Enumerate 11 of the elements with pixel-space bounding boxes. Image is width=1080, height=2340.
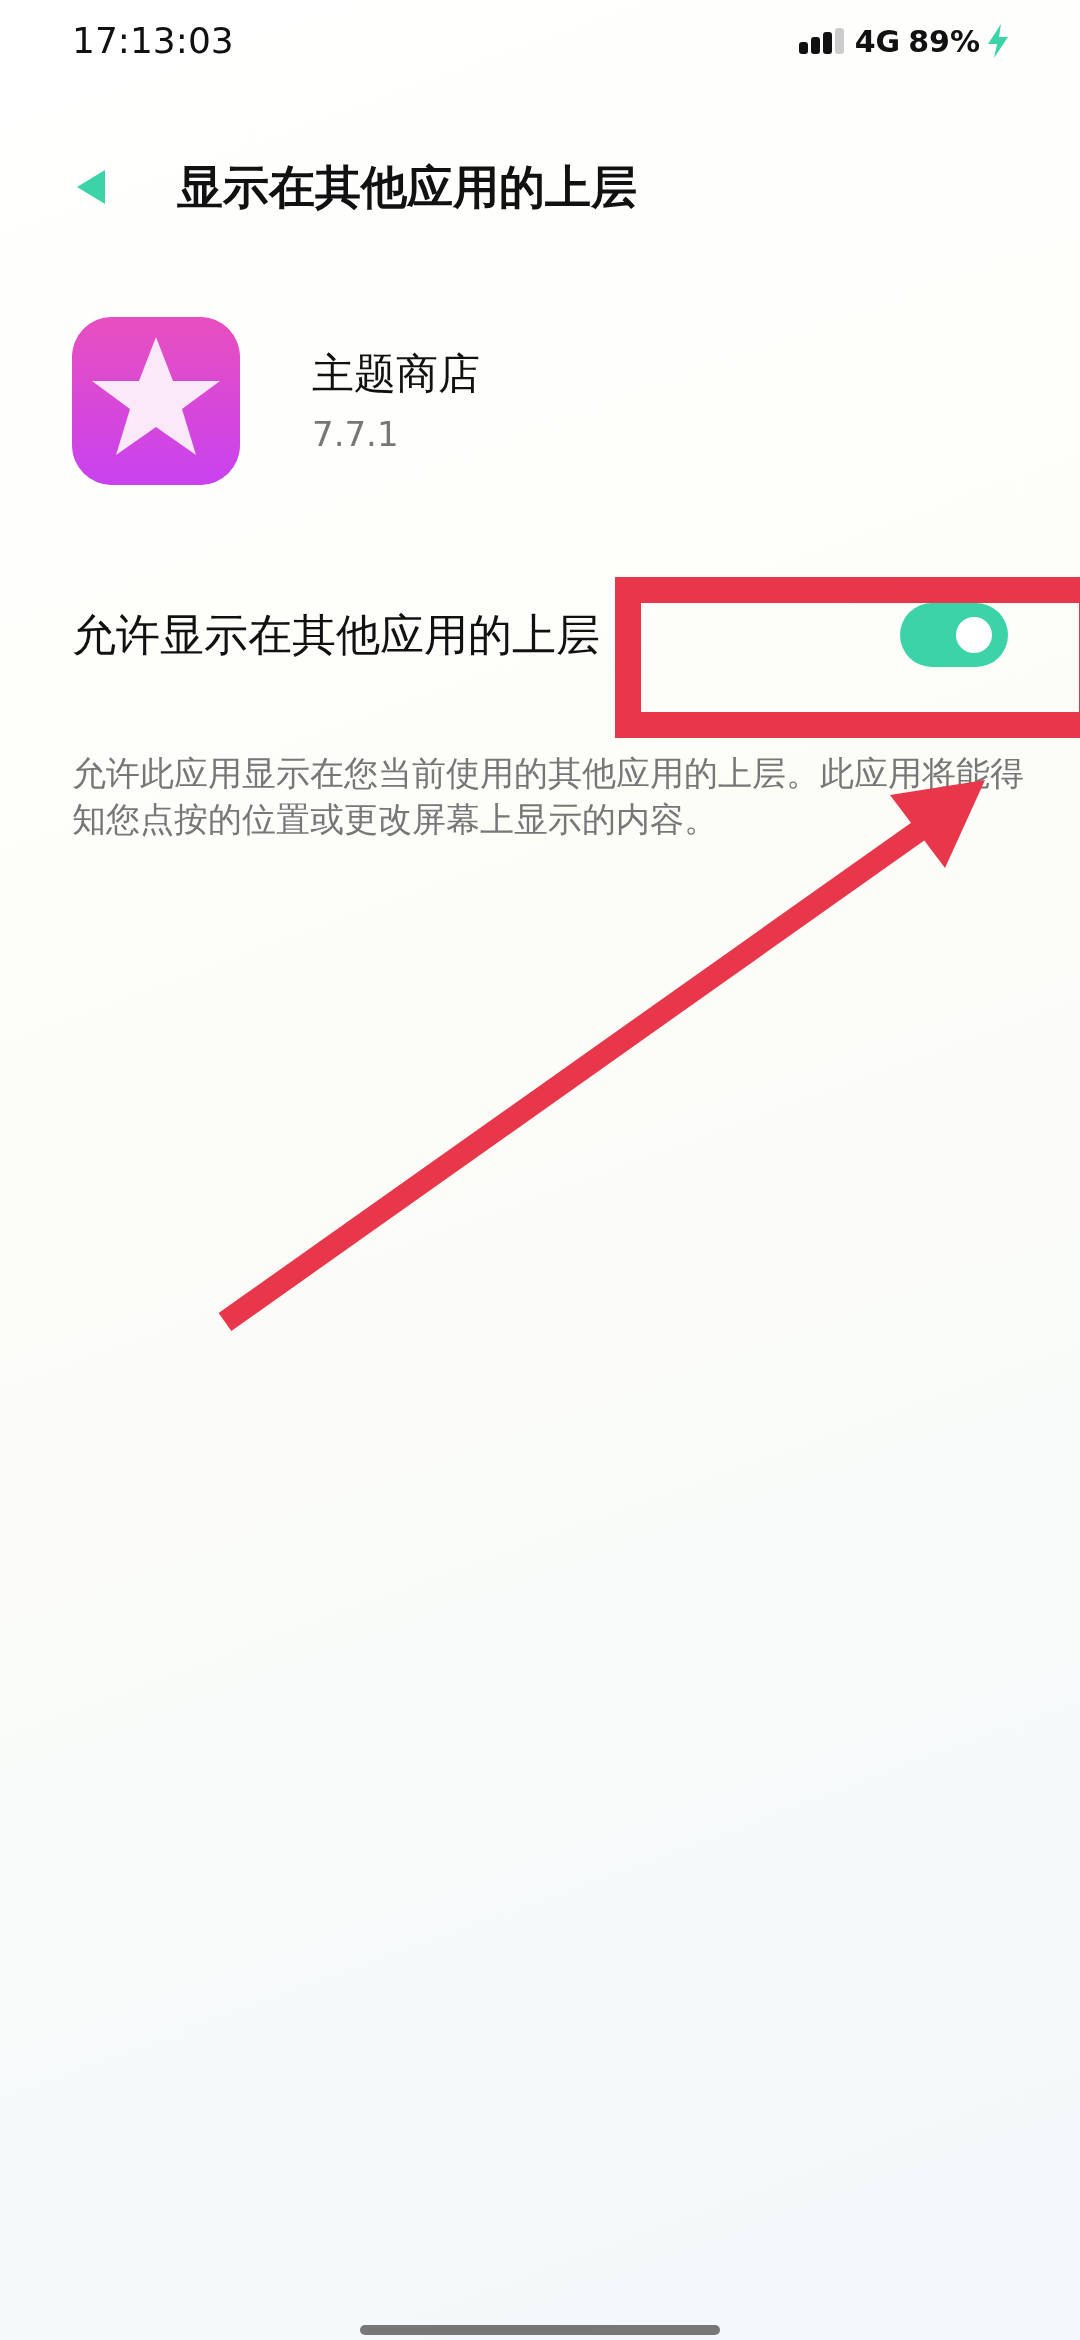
home-indicator[interactable] xyxy=(360,2325,720,2335)
signal-icon xyxy=(798,28,847,54)
app-icon xyxy=(72,317,240,485)
network-type: 4G xyxy=(854,22,901,61)
battery-level: 89% xyxy=(908,22,980,61)
app-name: 主题商店 xyxy=(312,348,480,400)
status-time: 17:13:03 xyxy=(72,19,234,63)
back-icon[interactable] xyxy=(77,170,107,204)
page-title: 显示在其他应用的上层 xyxy=(177,158,637,216)
setting-label: 允许显示在其他应用的上层 xyxy=(72,608,600,662)
app-version: 7.7.1 xyxy=(312,413,400,456)
